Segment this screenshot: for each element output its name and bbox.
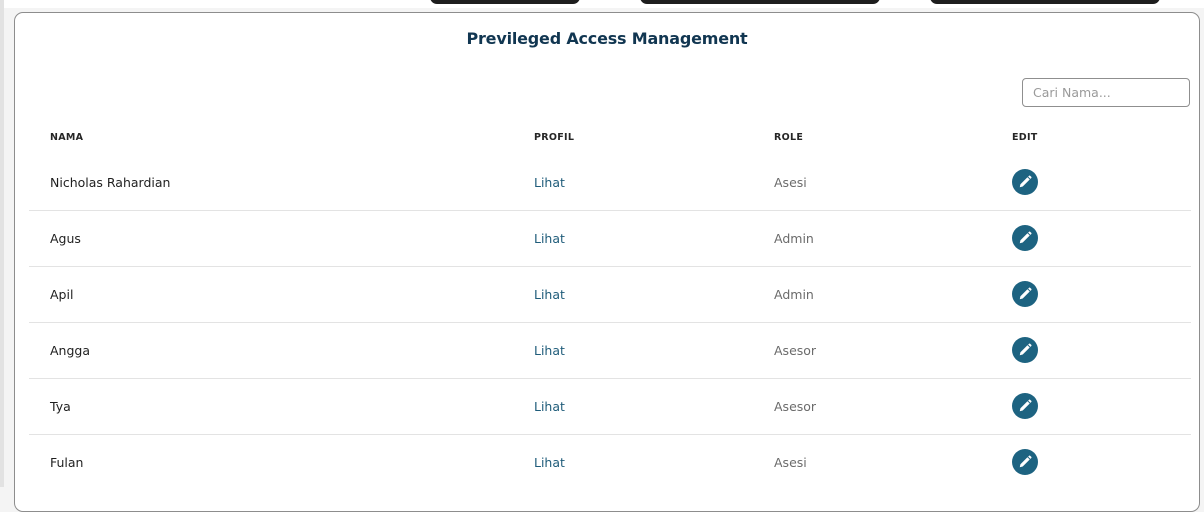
edit-button[interactable] bbox=[1012, 169, 1038, 195]
table-row: Fulan Lihat Asesi bbox=[29, 435, 1191, 490]
user-name: Angga bbox=[50, 343, 91, 358]
user-role: Admin bbox=[774, 231, 814, 246]
pencil-icon bbox=[1019, 231, 1032, 244]
page-title: Previleged Access Management bbox=[466, 29, 748, 48]
user-name: Tya bbox=[50, 399, 71, 414]
column-header-edit: EDIT bbox=[1012, 132, 1038, 143]
pencil-icon bbox=[1019, 343, 1032, 356]
column-header-nama: NAMA bbox=[50, 132, 84, 143]
pencil-icon bbox=[1019, 455, 1032, 468]
user-name: Agus bbox=[50, 231, 81, 246]
view-profile-link[interactable]: Lihat bbox=[534, 343, 565, 359]
user-name: Nicholas Rahardian bbox=[50, 175, 171, 190]
user-role: Asesor bbox=[774, 343, 817, 358]
user-name: Apil bbox=[50, 287, 74, 302]
edit-button[interactable] bbox=[1012, 449, 1038, 475]
table-row: Apil Lihat Admin bbox=[29, 267, 1191, 323]
top-strip bbox=[0, 0, 1204, 8]
table-row: Tya Lihat Asesor bbox=[29, 379, 1191, 435]
table-row: Angga Lihat Asesor bbox=[29, 323, 1191, 379]
edit-button[interactable] bbox=[1012, 393, 1038, 419]
table-row: Agus Lihat Admin bbox=[29, 211, 1191, 267]
view-profile-link[interactable]: Lihat bbox=[534, 399, 565, 415]
view-profile-link[interactable]: Lihat bbox=[534, 231, 565, 247]
user-role: Admin bbox=[774, 287, 814, 302]
user-role: Asesor bbox=[774, 399, 817, 414]
pencil-icon bbox=[1019, 399, 1032, 412]
edit-button[interactable] bbox=[1012, 281, 1038, 307]
background-shape bbox=[430, 0, 580, 4]
user-role: Asesi bbox=[774, 455, 807, 470]
access-management-card: Previleged Access Management NAMA PROFIL… bbox=[14, 12, 1200, 512]
view-profile-link[interactable]: Lihat bbox=[534, 455, 565, 471]
edit-button[interactable] bbox=[1012, 225, 1038, 251]
pencil-icon bbox=[1019, 287, 1032, 300]
background-shape bbox=[640, 0, 880, 4]
search-input[interactable] bbox=[1022, 78, 1190, 107]
view-profile-link[interactable]: Lihat bbox=[534, 287, 565, 303]
column-header-role: ROLE bbox=[774, 132, 804, 143]
table-row: Nicholas Rahardian Lihat Asesi bbox=[29, 155, 1191, 211]
user-name: Fulan bbox=[50, 455, 84, 470]
pencil-icon bbox=[1019, 175, 1032, 188]
table-header: NAMA PROFIL ROLE EDIT bbox=[29, 129, 1189, 149]
view-profile-link[interactable]: Lihat bbox=[534, 175, 565, 191]
edit-button[interactable] bbox=[1012, 337, 1038, 363]
column-header-profil: PROFIL bbox=[534, 132, 575, 143]
user-role: Asesi bbox=[774, 175, 807, 190]
background-shape bbox=[930, 0, 1160, 4]
left-edge bbox=[0, 0, 4, 487]
table-body: Nicholas Rahardian Lihat Asesi Agus Liha… bbox=[29, 155, 1191, 490]
